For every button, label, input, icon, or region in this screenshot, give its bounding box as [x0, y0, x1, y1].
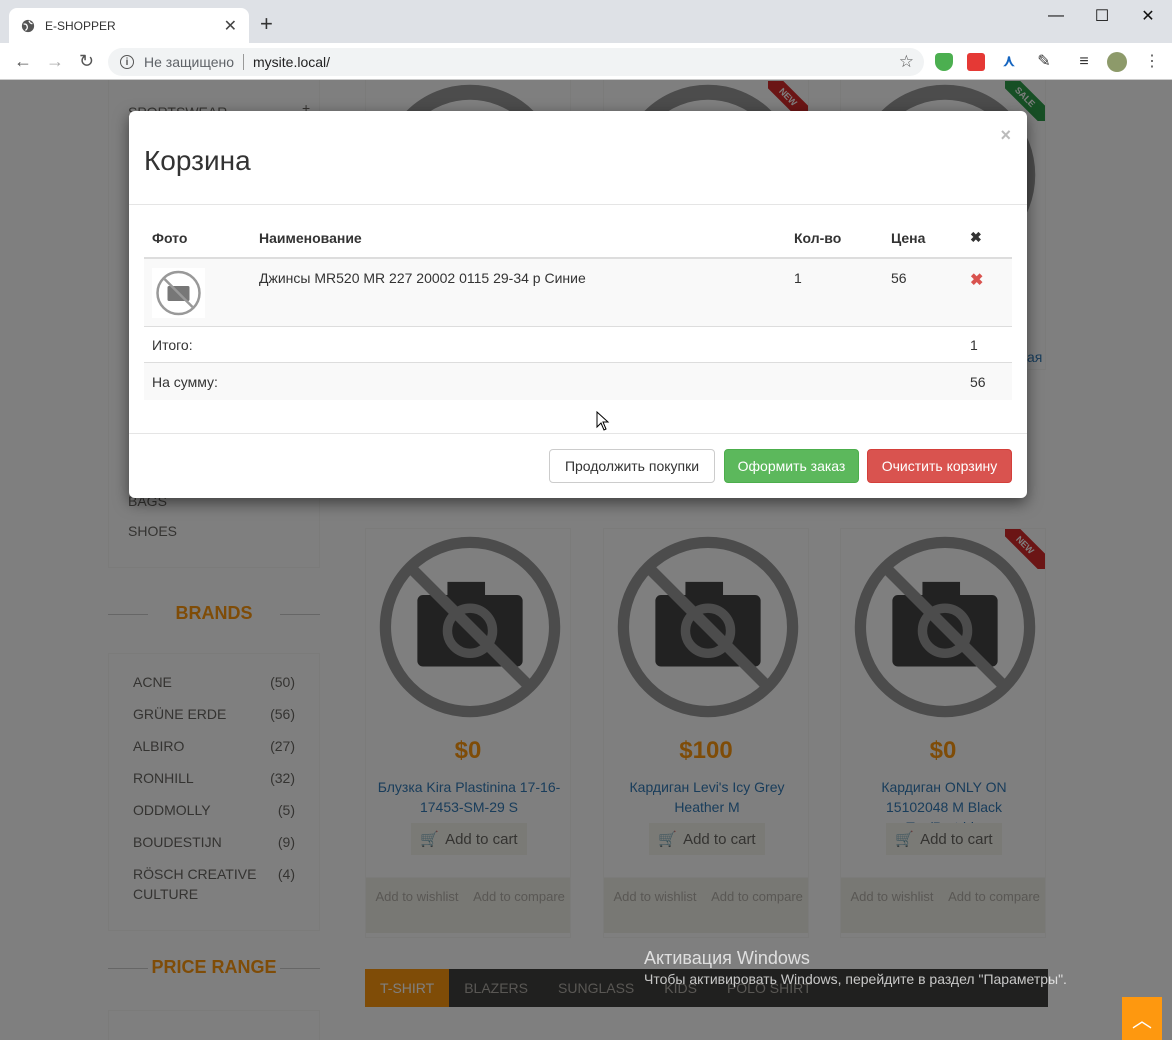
- sum-label: На сумму:: [144, 362, 962, 400]
- translate-extension-icon[interactable]: ⋏: [1000, 53, 1018, 71]
- cart-table: Фото Наименование Кол-во Цена ✖ Джинсы M…: [144, 221, 1012, 400]
- remove-item-icon[interactable]: ✖: [970, 272, 983, 289]
- windows-activation-watermark: Активация Windows Чтобы активировать Win…: [644, 948, 1067, 987]
- item-name: Джинсы MR520 MR 227 20002 0115 29-34 р С…: [251, 257, 786, 327]
- globe-icon: [21, 19, 35, 32]
- column-header: Цена: [883, 221, 962, 259]
- bookmark-star-icon[interactable]: ☆: [899, 52, 914, 72]
- scroll-up-button[interactable]: ︿: [1122, 997, 1162, 1040]
- table-row: Джинсы MR520 MR 227 20002 0115 29-34 р С…: [144, 257, 1012, 327]
- browser-tab[interactable]: E-SHOPPER ✕: [9, 8, 249, 43]
- new-tab-icon[interactable]: +: [260, 12, 273, 36]
- total-value: 1: [962, 326, 1012, 363]
- forward-icon[interactable]: →: [46, 51, 64, 71]
- checkout-button[interactable]: Оформить заказ: [724, 449, 859, 483]
- clear-cart-button[interactable]: Очистить корзину: [867, 449, 1012, 483]
- mouse-cursor-icon: [596, 411, 610, 431]
- info-icon[interactable]: i: [120, 55, 134, 69]
- item-qty: 1: [786, 257, 883, 327]
- column-header: Фото: [144, 221, 251, 259]
- playlist-icon[interactable]: ≡: [1075, 53, 1093, 71]
- product-thumbnail: [152, 268, 205, 318]
- sum-row: На сумму: 56: [144, 362, 1012, 400]
- avatar[interactable]: [1107, 52, 1127, 72]
- browser-tabbar: E-SHOPPER ✕ + — ☐ ✕: [0, 0, 1172, 43]
- modal-title: Корзина: [144, 145, 251, 176]
- omnibox[interactable]: i Не защищено mysite.local/ ☆: [108, 48, 924, 76]
- column-header: Кол-во: [786, 221, 883, 259]
- remove-all-icon[interactable]: ✖: [962, 221, 1012, 259]
- tab-close-icon[interactable]: ✕: [224, 16, 237, 36]
- item-price: 56: [883, 257, 962, 327]
- column-header: Наименование: [251, 221, 786, 259]
- total-label: Итого:: [144, 326, 962, 363]
- maximize-icon[interactable]: ☐: [1079, 4, 1125, 28]
- url-text[interactable]: mysite.local/: [253, 54, 330, 70]
- shield-extension-icon[interactable]: [935, 53, 953, 71]
- no-photo-icon: [156, 270, 201, 316]
- insecure-label: Не защищено: [144, 54, 234, 70]
- minimize-icon[interactable]: —: [1033, 4, 1079, 28]
- eyedropper-extension-icon[interactable]: ✎: [1035, 53, 1053, 71]
- sum-value: 56: [962, 362, 1012, 400]
- chevron-up-icon: ︿: [1132, 1010, 1152, 1032]
- total-row: Итого: 1: [144, 326, 1012, 363]
- video-extension-icon[interactable]: [967, 53, 985, 71]
- cart-modal: Корзина × Фото Наименование Кол-во Цена …: [129, 111, 1027, 498]
- continue-shopping-button[interactable]: Продолжить покупки: [549, 449, 715, 483]
- reload-icon[interactable]: ↻: [79, 51, 94, 71]
- tab-title: E-SHOPPER: [45, 18, 116, 33]
- back-icon[interactable]: ←: [14, 51, 32, 71]
- menu-dots-icon[interactable]: ⋮: [1143, 53, 1161, 71]
- close-window-icon[interactable]: ✕: [1125, 4, 1171, 28]
- close-icon[interactable]: ×: [1000, 125, 1011, 146]
- address-bar: ← → ↻ i Не защищено mysite.local/ ☆ ⋏ ✎ …: [0, 43, 1172, 80]
